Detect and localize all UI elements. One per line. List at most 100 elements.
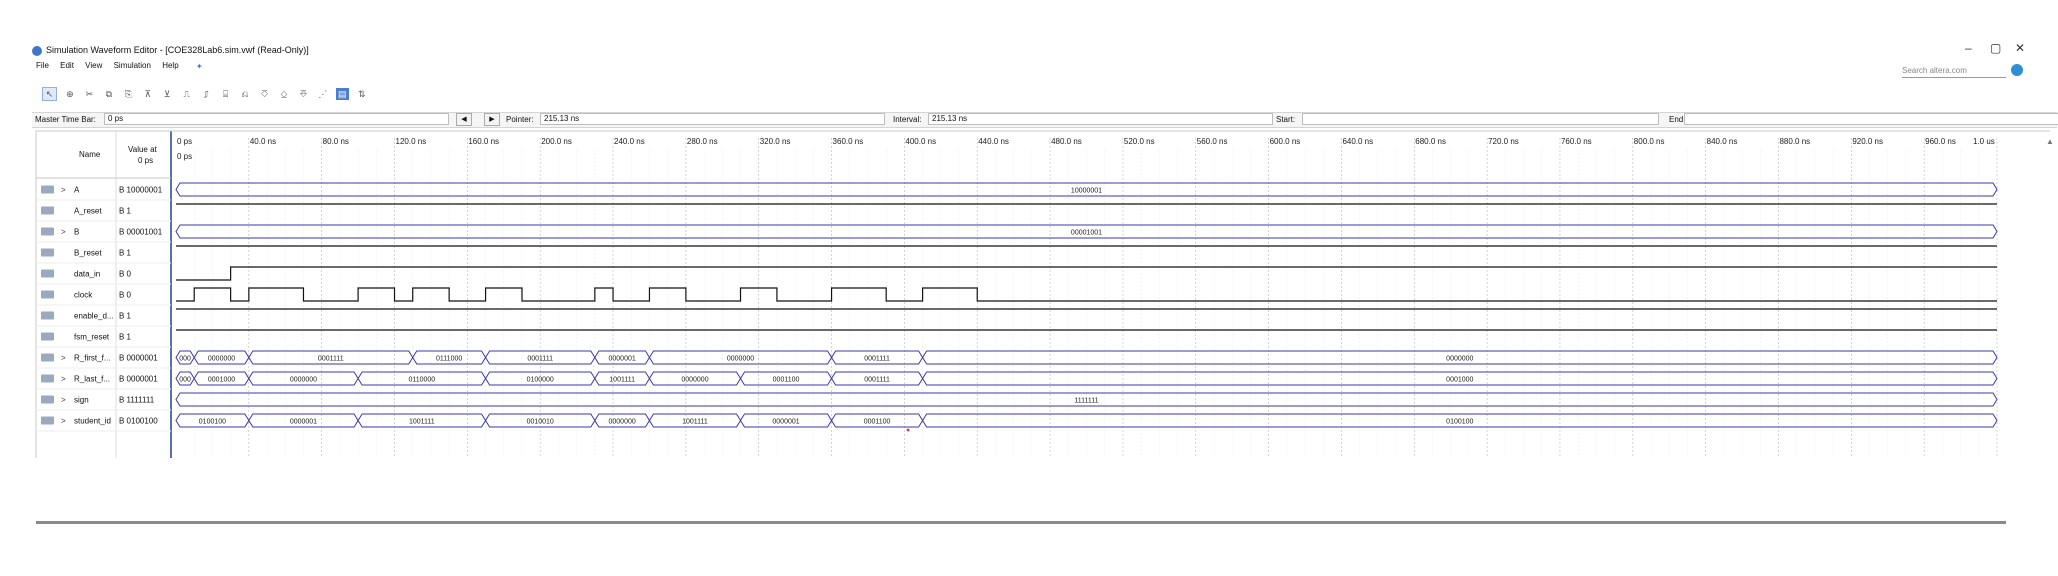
signal-io-icon[interactable] — [41, 269, 54, 278]
signal-value: B 00001001 — [119, 228, 163, 237]
bus-value-label: 0000000 — [1446, 356, 1473, 363]
bus-value-label: 0001000 — [208, 377, 235, 384]
time-grid — [193, 138, 1998, 458]
signal-io-icon[interactable] — [41, 374, 54, 383]
tick-label: 200.0 ns — [541, 137, 572, 146]
tick-label: 800.0 ns — [1634, 137, 1665, 146]
tick-label: 80.0 ns — [323, 137, 349, 146]
value-at-header[interactable]: Value at — [128, 145, 157, 154]
signal-name[interactable]: sign — [74, 396, 89, 405]
bus-value-label: 10000001 — [1071, 188, 1102, 195]
signal-value: B 0000001 — [119, 354, 158, 363]
value-time-header: 0 ps — [138, 156, 154, 165]
bus-value-label: 00001001 — [1071, 230, 1102, 237]
bus-value-label: 0001100 — [773, 377, 800, 384]
bus-value-label: 0000000 — [727, 356, 754, 363]
expand-chevron-icon[interactable]: > — [61, 396, 66, 405]
signal-rows: > A B 10000001 A_reset B 1 > B B 00001001 B_rese… — [36, 185, 171, 432]
signal-name[interactable]: B_reset — [74, 249, 102, 258]
bus-value-label: 0000001 — [290, 419, 317, 426]
bus-value-label: 1001111 — [609, 377, 635, 384]
bus-value-label: 0010010 — [527, 419, 554, 426]
signal-value: B 0100100 — [119, 417, 158, 426]
signal-name[interactable]: enable_d... — [74, 312, 114, 321]
bus-value-label: 0000001 — [609, 356, 636, 363]
signal-name[interactable]: data_in — [74, 270, 100, 279]
time-axis: 0 ps 40.0 ns 80.0 ns 120.0 ns 160.0 ns 200.0 … — [177, 137, 1995, 161]
signal-name[interactable]: student_id — [74, 417, 111, 426]
signal-name[interactable]: R_first_f... — [74, 354, 110, 363]
signal-io-icon[interactable] — [41, 290, 54, 299]
signal-name[interactable]: R_last_f... — [74, 375, 110, 384]
bus-value-label: 0001111 — [527, 356, 553, 363]
signal-value: B 1 — [119, 249, 132, 258]
cursor-marker — [906, 428, 910, 432]
tick-label: 440.0 ns — [978, 137, 1009, 146]
bus-value-label: 0000000 — [681, 377, 708, 384]
bus-value-label: 0001111 — [318, 356, 344, 363]
expand-chevron-icon[interactable]: > — [61, 186, 66, 195]
signal-io-icon[interactable] — [41, 185, 54, 194]
bus-value-label: 0000000 — [290, 377, 317, 384]
tick-label: 320.0 ns — [760, 137, 791, 146]
tick-label: 880.0 ns — [1779, 137, 1810, 146]
signal-value: B 0 — [119, 291, 132, 300]
tick-label: 840.0 ns — [1707, 137, 1738, 146]
signal-io-icon[interactable] — [41, 353, 54, 362]
signal-io-icon[interactable] — [41, 395, 54, 404]
name-column-header[interactable]: Name — [79, 150, 100, 159]
bus-value-label: 0111000 — [436, 356, 462, 363]
expand-chevron-icon[interactable]: > — [61, 354, 66, 363]
tick-label: 720.0 ns — [1488, 137, 1519, 146]
bus-value-label: 0001111 — [864, 377, 890, 384]
signal-value: B 1111111 — [119, 396, 155, 405]
bus-value-label: 0100100 — [199, 419, 226, 426]
tick-label: 360.0 ns — [833, 137, 864, 146]
expand-chevron-icon[interactable]: > — [61, 375, 66, 384]
bus-value-label: 000 — [179, 356, 191, 363]
signal-io-icon[interactable] — [41, 227, 54, 236]
tick-label: 560.0 ns — [1197, 137, 1228, 146]
signal-io-icon[interactable] — [41, 206, 54, 215]
signal-name[interactable]: A — [74, 186, 80, 195]
signal-name[interactable]: B — [74, 228, 79, 237]
scroll-up-icon[interactable]: ▲ — [2046, 137, 2054, 146]
signal-value: B 1 — [119, 333, 132, 342]
bus-value-label: 0110000 — [408, 377, 435, 384]
tick-label: 400.0 ns — [905, 137, 936, 146]
signal-value: B 1 — [119, 207, 132, 216]
signal-io-icon[interactable] — [41, 416, 54, 425]
bus-value-label: 0000001 — [772, 419, 799, 426]
signal-io-icon[interactable] — [41, 311, 54, 320]
bus-value-label: 0001111 — [864, 356, 890, 363]
signal-name[interactable]: A_reset — [74, 207, 102, 216]
signal-value: B 0 — [119, 270, 132, 279]
signal-name[interactable]: clock — [74, 291, 93, 300]
tick-label: 120.0 ns — [396, 137, 427, 146]
signal-value: B 0000001 — [119, 375, 158, 384]
signal-name[interactable]: fsm_reset — [74, 333, 110, 342]
tick-label: 160.0 ns — [468, 137, 499, 146]
bus-value-label: 000 — [179, 377, 191, 384]
bus-value-label: 1001111 — [409, 419, 435, 426]
tick-label: 680.0 ns — [1415, 137, 1446, 146]
signal-value: B 10000001 — [119, 186, 163, 195]
bus-value-label: 1111111 — [1074, 398, 1098, 405]
tick-label: 600.0 ns — [1270, 137, 1301, 146]
bus-value-label: 0001000 — [1446, 377, 1473, 384]
signal-value: B 1 — [119, 312, 132, 321]
bus-value-label: 1001111 — [682, 419, 708, 426]
tick-label: 40.0 ns — [250, 137, 276, 146]
tick-label: 280.0 ns — [687, 137, 718, 146]
cursor-time-label: 0 ps — [177, 152, 192, 161]
signal-io-icon[interactable] — [41, 332, 54, 341]
signal-io-icon[interactable] — [41, 248, 54, 257]
bus-value-label: 0000000 — [609, 419, 636, 426]
bus-value-label: 0100000 — [527, 377, 554, 384]
expand-chevron-icon[interactable]: > — [61, 228, 66, 237]
tick-label: 920.0 ns — [1852, 137, 1883, 146]
bus-value-label: 0001100 — [864, 419, 891, 426]
bus-value-label: 0000000 — [208, 356, 235, 363]
expand-chevron-icon[interactable]: > — [61, 417, 66, 426]
tick-label: 640.0 ns — [1342, 137, 1373, 146]
